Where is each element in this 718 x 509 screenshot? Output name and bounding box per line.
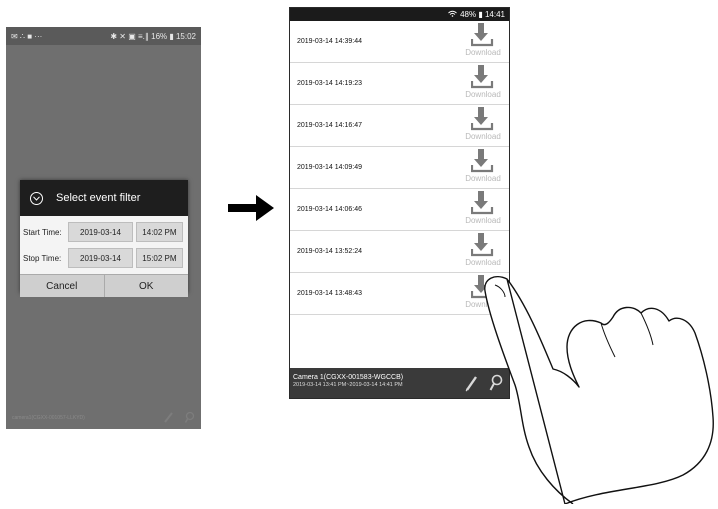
dialog-footer: Cancel OK [20,274,188,297]
download-label: Download [465,132,501,141]
download-icon [470,191,495,217]
download-button[interactable]: Download [463,107,503,144]
event-time: 2019-03-14 13:52:24 [297,248,362,255]
dialog-body: Start Time: 2019-03-14 14:02 PM Stop Tim… [20,216,188,274]
download-icon [470,149,495,175]
download-icon [470,233,495,259]
download-button[interactable]: Download [463,65,503,102]
event-time: 2019-03-14 14:39:44 [297,38,362,45]
dialog-header: Select event filter [20,180,188,216]
download-label: Download [465,48,501,57]
event-row[interactable]: 2019-03-14 14:06:46 Download [290,189,509,231]
download-icon [470,65,495,91]
pencil-icon[interactable] [163,411,174,426]
start-time-row: Start Time: 2019-03-14 14:02 PM [22,219,186,245]
dialog-title: Select event filter [56,192,141,204]
event-row[interactable]: 2019-03-14 14:19:23 Download [290,63,509,105]
event-time: 2019-03-14 14:16:47 [297,122,362,129]
download-label: Download [465,258,501,267]
download-icon [470,107,495,133]
footer-bar-left: camera1(CGXX-001057-LLKYD) [6,407,201,429]
camera-label-left: camera1(CGXX-001057-LLKYD) [12,415,85,421]
start-time-label: Start Time: [23,227,62,237]
status-bar-right: 48% ▮ 14:41 [290,8,509,21]
download-icon [470,23,495,49]
event-row[interactable]: 2019-03-14 14:39:44 Download [290,21,509,63]
download-label: Download [465,90,501,99]
stop-time-row: Stop Time: 2019-03-14 15:02 PM [22,245,186,271]
event-time: 2019-03-14 14:19:23 [297,80,362,87]
event-time: 2019-03-14 14:09:49 [297,164,362,171]
event-row[interactable]: 2019-03-14 14:09:49 Download [290,147,509,189]
status-left-icons: ✉ ∴ ■ ··· [11,31,43,41]
event-filter-dialog: Select event filter Start Time: 2019-03-… [20,180,188,297]
cancel-button[interactable]: Cancel [20,275,104,297]
stop-time-button[interactable]: 15:02 PM [135,248,183,268]
chevron-down-icon[interactable] [30,191,43,205]
start-time-button[interactable]: 14:02 PM [135,222,183,242]
download-label: Download [465,216,501,225]
stop-time-label: Stop Time: [23,253,62,263]
status-text: 48% ▮ 14:41 [460,10,505,19]
ok-button[interactable]: OK [103,275,189,297]
pointing-hand-icon [455,275,718,509]
download-button[interactable]: Download [463,191,503,228]
left-phone-screen: ✉ ∴ ■ ··· ✱ ✕ ▣ ≡.∥ 16% ▮ 15:02 Select e… [6,27,201,429]
event-row[interactable]: 2019-03-14 13:52:24 Download [290,231,509,273]
download-label: Download [465,174,501,183]
event-row[interactable]: 2019-03-14 14:16:47 Download [290,105,509,147]
status-bar-left: ✉ ∴ ■ ··· ✱ ✕ ▣ ≡.∥ 16% ▮ 15:02 [6,27,201,45]
arrow-right-icon [228,193,276,228]
start-date-button[interactable]: 2019-03-14 [68,222,133,242]
download-button[interactable]: Download [463,149,503,186]
event-time: 2019-03-14 13:48:43 [297,290,362,297]
download-button[interactable]: Download [463,233,503,270]
search-icon[interactable] [184,411,195,426]
event-list: 2019-03-14 14:39:44 Download 2019-03-14 14… [290,21,509,315]
download-button[interactable]: Download [463,23,503,60]
status-right-text: ✱ ✕ ▣ ≡.∥ 16% ▮ 15:02 [110,31,196,41]
event-time: 2019-03-14 14:06:46 [297,206,362,213]
stop-date-button[interactable]: 2019-03-14 [68,248,133,268]
wifi-icon [448,10,457,19]
